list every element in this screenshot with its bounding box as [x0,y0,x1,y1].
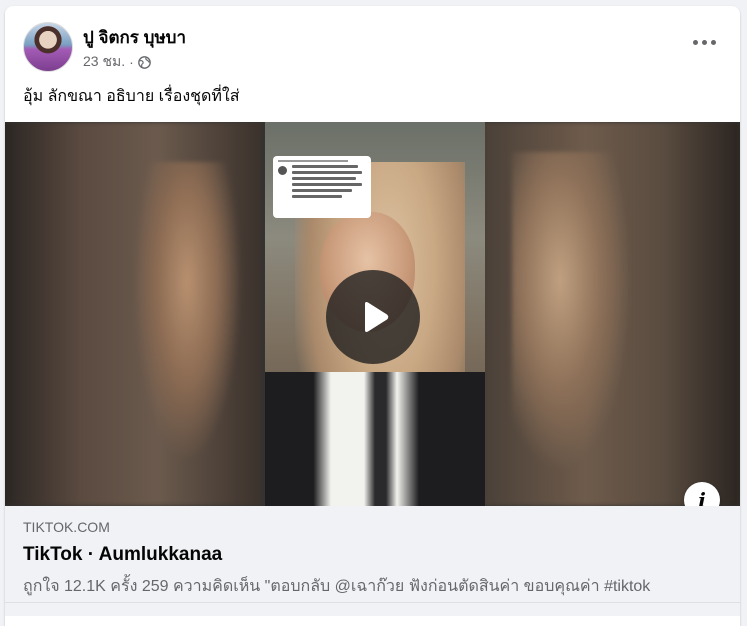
more-options-button[interactable] [686,30,722,54]
post-header: ปู จิตกร บุษบา 23 ชม. · [5,6,740,76]
video-thumbnail[interactable]: i [5,122,740,506]
author-avatar[interactable] [23,22,73,72]
play-button[interactable] [326,270,420,364]
post-meta: 23 ชม. · [83,51,151,73]
more-dot-icon [701,39,707,45]
more-dot-icon [710,39,716,45]
video-blur-right [482,122,740,506]
more-dot-icon [692,39,698,45]
post-card: ปู จิตกร บุษบา 23 ชม. · อุ้ม ลักขณา อธิบ… [5,6,740,626]
author-name[interactable]: ปู จิตกร บุษบา [83,24,186,51]
globe-icon [137,55,151,69]
reply-sticker [273,156,371,218]
link-preview[interactable]: TIKTOK.COM TikTok · Aumlukkanaa ถูกใจ 12… [5,506,740,616]
divider [5,602,740,603]
post-time[interactable]: 23 ชม. [83,51,125,73]
post-text: อุ้ม ลักขณา อธิบาย เรื่องชุดที่ใส่ [23,88,240,105]
link-title[interactable]: TikTok · Aumlukkanaa [23,544,222,566]
video-shirt [265,372,485,506]
video-blur-left [5,122,262,506]
link-domain: TIKTOK.COM [23,519,110,535]
link-description: ถูกใจ 12.1K ครั้ง 259 ความคิดเห็น "ตอบกล… [23,578,651,595]
meta-separator: · [129,54,134,70]
play-icon [365,302,389,332]
